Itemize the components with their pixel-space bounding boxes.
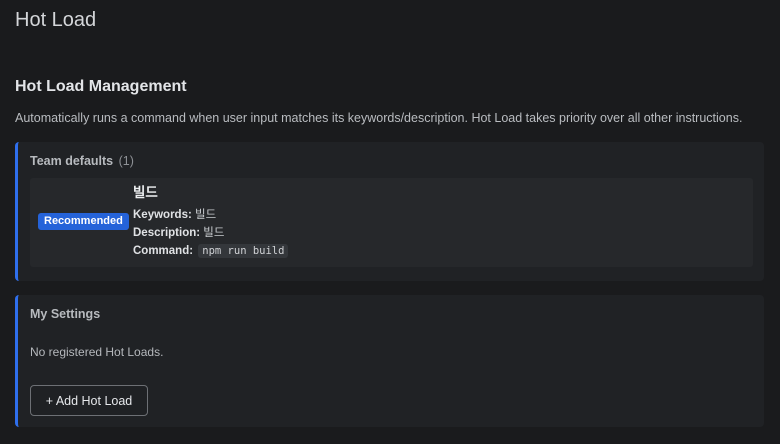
section-title: Hot Load Management (15, 78, 187, 95)
hot-load-entry[interactable]: Recommended 빌드 Keywords: 빌드 Description:… (30, 178, 753, 267)
command-label: Command: (133, 245, 194, 257)
command-row: Command: npm run build (133, 244, 289, 259)
empty-state-text: No registered Hot Loads. (30, 345, 164, 359)
team-defaults-heading-label: Team defaults (30, 154, 114, 168)
page-title: Hot Load (15, 9, 97, 31)
team-defaults-panel: Team defaults (1) Recommended 빌드 Keyword… (15, 142, 764, 281)
my-settings-heading: My Settings (30, 307, 101, 321)
hot-load-name: 빌드 (133, 185, 158, 200)
section-description: Automatically runs a command when user i… (15, 111, 743, 125)
description-row: Description: 빌드 (133, 226, 224, 241)
keywords-row: Keywords: 빌드 (133, 208, 216, 223)
description-value: 빌드 (203, 227, 225, 239)
recommended-badge: Recommended (38, 213, 129, 230)
team-defaults-heading: Team defaults (1) (30, 153, 134, 169)
keywords-value: 빌드 (195, 209, 217, 221)
keywords-label: Keywords: (133, 209, 192, 221)
team-defaults-count: (1) (118, 154, 134, 168)
command-code: npm run build (198, 244, 289, 258)
description-label: Description: (133, 227, 201, 239)
my-settings-panel: My Settings No registered Hot Loads. + A… (15, 295, 764, 427)
add-hot-load-button[interactable]: + Add Hot Load (30, 385, 148, 416)
